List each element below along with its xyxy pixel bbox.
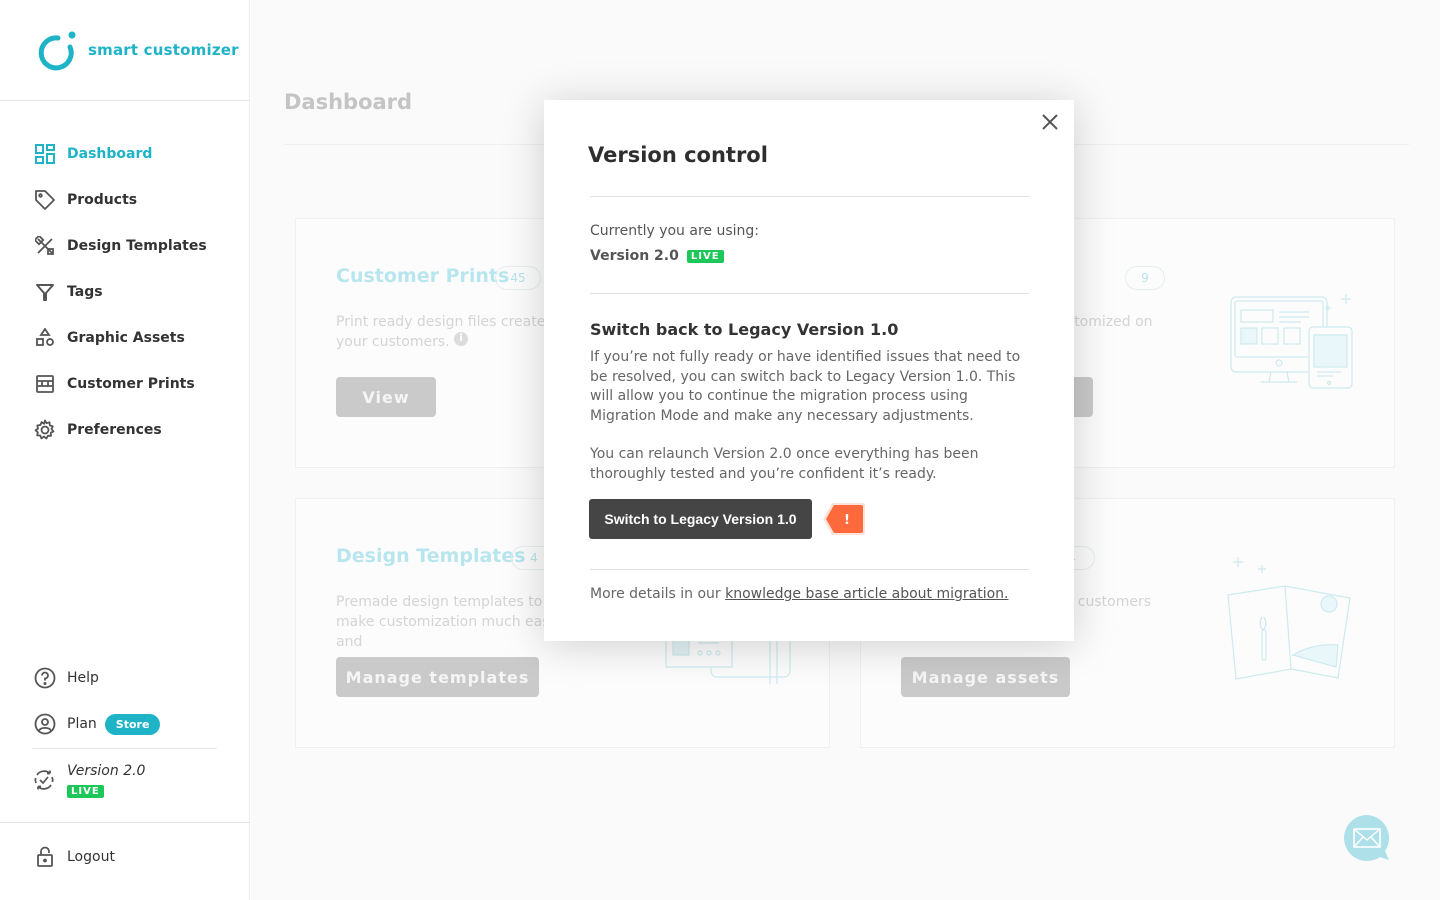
sidebar-bottom-nav: Help Plan Store xyxy=(33,655,161,747)
current-version-label: Currently you are using: xyxy=(590,223,760,239)
brand-logo[interactable]: smart customizer xyxy=(36,30,239,71)
manage-assets-button[interactable]: Manage assets xyxy=(901,657,1070,697)
dashboard-grid-icon xyxy=(33,142,57,166)
info-icon[interactable]: i xyxy=(454,332,469,346)
more-details-prefix: More details in our xyxy=(590,586,726,602)
modal-title: Version control xyxy=(588,143,768,167)
modal-divider xyxy=(590,196,1029,197)
sidebar-item-label: Preferences xyxy=(67,422,162,438)
sidebar-item-preferences[interactable]: Preferences xyxy=(33,407,207,453)
chat-button[interactable] xyxy=(1342,814,1392,864)
section-title: Switch back to Legacy Version 1.0 xyxy=(590,320,899,339)
plan-label: Plan xyxy=(67,716,97,732)
paragraph: You can relaunch Version 2.0 once everyt… xyxy=(590,446,979,482)
sidebar-item-dashboard[interactable]: Dashboard xyxy=(33,131,207,177)
warning-tag: ! xyxy=(822,502,866,536)
help-circle-icon xyxy=(33,666,57,690)
sidebar-divider xyxy=(33,748,217,749)
knowledge-base-link[interactable]: knowledge base article about migration. xyxy=(725,586,1008,602)
live-badge: LIVE xyxy=(686,249,724,263)
sidebar-divider xyxy=(0,100,250,101)
shapes-icon xyxy=(33,326,57,350)
sidebar-version-control[interactable]: Version 2.0 LIVE xyxy=(33,763,145,798)
live-badge: LIVE xyxy=(67,785,104,798)
close-button[interactable] xyxy=(1038,110,1062,134)
sidebar-item-customer-prints[interactable]: Customer Prints xyxy=(33,361,207,407)
help-label: Help xyxy=(67,670,99,686)
version-label: Version 2.0 xyxy=(67,763,146,779)
more-details: More details in our knowledge base artic… xyxy=(590,586,1009,602)
card-title: Design Templates xyxy=(336,545,526,567)
count-pill: 45 xyxy=(495,266,541,290)
brand-name: smart customizer xyxy=(88,41,239,59)
design-tools-icon xyxy=(33,234,57,258)
tag-icon xyxy=(33,188,57,212)
paragraph: If you’re not fully ready or have identi… xyxy=(590,349,1021,424)
mail-chat-icon xyxy=(1344,815,1390,861)
sidebar-item-design-templates[interactable]: Design Templates xyxy=(33,223,207,269)
modal-divider xyxy=(590,569,1029,570)
devices-illustration xyxy=(1230,294,1353,389)
user-circle-icon xyxy=(33,712,57,736)
sidebar-item-products[interactable]: Products xyxy=(33,177,207,223)
prints-icon xyxy=(33,372,57,396)
sidebar-item-label: Products xyxy=(67,192,138,208)
view-button[interactable]: View xyxy=(336,377,436,417)
filter-icon xyxy=(33,280,57,304)
sidebar-item-logout[interactable]: Logout xyxy=(33,834,115,880)
sidebar-item-plan[interactable]: Plan Store xyxy=(33,701,161,747)
gear-icon xyxy=(33,418,57,442)
sidebar-divider xyxy=(0,822,250,823)
sidebar-item-tags[interactable]: Tags xyxy=(33,269,207,315)
svg-text:!: ! xyxy=(844,513,850,528)
sidebar: smart customizer Dashboard Products Desi… xyxy=(0,0,250,900)
sidebar-item-help[interactable]: Help xyxy=(33,655,160,701)
sidebar-item-label: Customer Prints xyxy=(67,376,195,392)
logout-label: Logout xyxy=(67,849,115,865)
assets-illustration xyxy=(1227,557,1351,680)
store-badge[interactable]: Store xyxy=(104,713,161,735)
switch-to-legacy-button[interactable]: Switch to Legacy Version 1.0 xyxy=(589,499,812,539)
lock-icon xyxy=(33,845,57,869)
current-version-value: Version 2.0 xyxy=(590,248,679,264)
close-icon xyxy=(1042,114,1058,130)
modal-divider xyxy=(590,293,1029,294)
current-version: Version 2.0 LIVE xyxy=(590,248,724,264)
version-control-modal: Version control Currently you are using:… xyxy=(544,100,1074,641)
section-body: If you’re not fully ready or have identi… xyxy=(590,348,1030,484)
manage-templates-button[interactable]: Manage templates xyxy=(336,657,539,697)
count-pill: 9 xyxy=(1125,266,1165,290)
sidebar-item-label: Tags xyxy=(67,284,103,300)
logo-mark-icon xyxy=(36,30,76,71)
sidebar-item-label: Dashboard xyxy=(67,146,153,162)
card-title: Customer Prints xyxy=(336,265,510,287)
card-description: Premade design templates to make customi… xyxy=(336,594,568,650)
version-sync-icon xyxy=(33,769,57,793)
page-title: Dashboard xyxy=(284,90,413,114)
sidebar-item-label: Graphic Assets xyxy=(67,330,185,346)
sidebar-nav: Dashboard Products Design Templates Tags… xyxy=(33,131,207,453)
sidebar-item-graphic-assets[interactable]: Graphic Assets xyxy=(33,315,207,361)
sidebar-item-label: Design Templates xyxy=(67,238,207,254)
